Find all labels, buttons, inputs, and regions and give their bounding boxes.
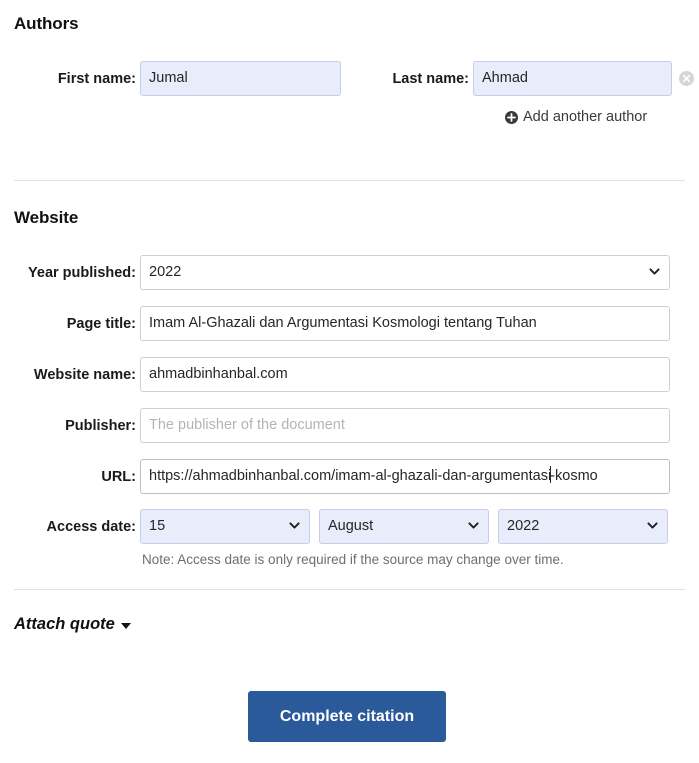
access-date-year-select[interactable]: 2022 [498,509,668,544]
last-name-field-row: Last name: Ahmad [370,61,672,96]
complete-citation-button[interactable]: Complete citation [248,691,446,742]
citation-form-page: Authors First name: Jumal Last name: Ahm… [0,0,699,763]
add-another-author-label: Add another author [523,109,648,125]
year-published-value: 2022 [149,264,182,280]
publisher-field-row: Publisher: The publisher of the document [0,408,672,443]
year-published-select[interactable]: 2022 [140,255,670,290]
website-name-label: Website name: [33,366,136,383]
section-divider-authors [14,180,685,181]
url-label: URL: [101,468,136,485]
access-date-day-select[interactable]: 15 [140,509,310,544]
plus-circle-icon [505,110,518,124]
website-name-input[interactable]: ahmadbinhanbal.com [140,357,670,392]
chevron-down-icon [468,520,479,531]
chevron-down-icon [649,266,660,277]
section-divider-website [14,589,685,590]
last-name-input[interactable]: Ahmad [473,61,672,96]
url-value-before-caret: https://ahmadbinhanbal.com/imam-al-ghaza… [149,468,552,484]
page-title-label: Page title: [66,315,136,332]
add-another-author-link[interactable]: Add another author [505,109,647,125]
chevron-down-icon [647,520,658,531]
access-date-month-value: August [328,518,374,534]
authors-heading: Authors [14,14,79,33]
website-heading: Website [14,208,79,227]
publisher-label: Publisher: [65,417,136,434]
first-name-label: First name: [57,70,136,87]
url-field-row: URL: https://ahmadbinhanbal.com/imam-al-… [0,459,672,494]
url-value-after-caret: -kosmo [550,468,598,484]
year-published-field-row: Year published: 2022 [0,255,672,290]
last-name-label: Last name: [392,70,469,87]
page-title-field-row: Page title: Imam Al-Ghazali dan Argument… [0,306,672,341]
access-date-field-row: Access date: 15 August 2022 [0,509,672,544]
publisher-placeholder: The publisher of the document [149,417,345,433]
access-date-label: Access date: [46,518,136,535]
publisher-input[interactable]: The publisher of the document [140,408,670,443]
remove-author-icon[interactable] [679,71,694,86]
first-name-field-row: First name: Jumal [0,61,343,96]
page-title-input[interactable]: Imam Al-Ghazali dan Argumentasi Kosmolog… [140,306,670,341]
attach-quote-label: Attach quote [14,615,115,633]
website-name-field-row: Website name: ahmadbinhanbal.com [0,357,672,392]
access-date-year-value: 2022 [507,518,540,534]
attach-quote-toggle[interactable]: Attach quote [14,615,131,634]
access-date-month-select[interactable]: August [319,509,489,544]
access-date-day-value: 15 [149,518,166,534]
first-name-input[interactable]: Jumal [140,61,341,96]
year-published-label: Year published: [28,264,136,281]
url-input[interactable]: https://ahmadbinhanbal.com/imam-al-ghaza… [140,459,670,494]
chevron-down-icon [289,520,300,531]
access-date-note: Note: Access date is only required if th… [142,552,564,567]
chevron-down-icon [120,623,131,629]
